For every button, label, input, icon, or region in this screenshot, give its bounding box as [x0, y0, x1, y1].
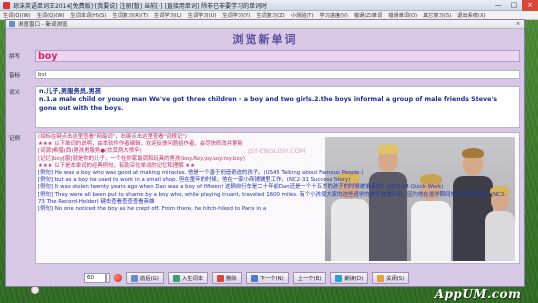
menu-item[interactable]: 生词学习(Y) [222, 12, 250, 19]
app-titlebar: 琼沫英语单词王2014[免费版]·[我要说] 注册[暂] 当前[·] [直接用单… [0, 0, 538, 11]
example-line: [词源]希腊(西)男孩男服务●(炊其两大喷辛) [38, 148, 142, 155]
app-icon [3, 1, 10, 9]
delete-icon [217, 274, 225, 282]
menu-item[interactable]: 错误单词(O) [388, 12, 417, 19]
site-logo: AppUM.com [434, 287, 522, 301]
app-title: 琼沫英语单词王2014[免费版]·[我要说] 注册[暂] 当前[·] [直接用单… [13, 2, 268, 10]
prev-button[interactable]: 前后(G) [126, 272, 164, 284]
page-title: 浏览新单词 [232, 33, 298, 46]
example-line: [例句] No one noticed the boy as he crept … [38, 206, 267, 213]
delete-button[interactable]: 删除 [212, 272, 242, 284]
menu-item[interactable]: 小测验(T) [291, 12, 314, 19]
example-label: 记例 [9, 136, 21, 142]
minimize-button[interactable]: — [490, 0, 506, 11]
meaning-field[interactable]: n.儿子,男服务员,男孩 n.1.a male child or young ma… [35, 86, 520, 128]
word-label: 拼写 [9, 54, 21, 60]
meaning-line: n.1.a male child or young man We've got … [39, 96, 498, 112]
back-icon [131, 274, 138, 282]
read-button-label: 朗读(D) [344, 276, 364, 282]
book-icon [172, 274, 180, 282]
bottom-toolbar: 60 前后(G) 入生词本 删除 下一个(N) 上一个(B) 朗读(D) 关闭(… [6, 270, 524, 286]
close-window-button[interactable]: × [522, 0, 538, 11]
dialog-icon [9, 21, 15, 27]
example-area[interactable]: JSY-ENGLISH.COM (如标在键点击这里查看"网最词"，右键点击这里查… [35, 132, 520, 264]
phonetic-field[interactable]: bɔi [35, 70, 520, 79]
menu-item[interactable]: 退出系统(X) [457, 12, 485, 19]
example-text: (如标在键点击这里查看"网最词"，右键点击这里查看"词根记") ★★★ 以下单词的… [38, 134, 508, 213]
count-spinner[interactable] [106, 273, 110, 283]
menu-item[interactable]: 生词学习(L) [154, 12, 182, 19]
example-line: [例句] They were all been put to shame by … [38, 191, 507, 205]
menu-item[interactable]: 生词本词(H)(S) [70, 12, 106, 19]
example-line: [例句] It was stolen twenty years ago when… [38, 184, 444, 191]
meaning-line: n.儿子,男服务员,男孩 [39, 88, 102, 95]
speaker-icon [335, 274, 343, 282]
add-word-button[interactable]: 入生词本 [167, 272, 209, 284]
delete-button-label: 删除 [226, 276, 237, 282]
prev-one-button-label: 上一个(B) [297, 276, 322, 282]
menu-item[interactable]: 生词复习(Z) [256, 12, 284, 19]
count-input[interactable]: 60 [84, 273, 106, 283]
word-field[interactable]: boy [35, 50, 520, 62]
example-line: [记忆]boy[服]就是你的儿子，一个在你家最调和玩具的男孩(boy.Roy.j… [38, 155, 245, 162]
menu-item[interactable]: 其它复习(S) [423, 12, 451, 19]
next-button[interactable]: 下一个(N) [245, 272, 289, 284]
close-icon [377, 274, 385, 282]
ladybug-icon [114, 274, 122, 282]
menu-item[interactable]: 生词(Q)(W) [37, 12, 65, 19]
menu-item[interactable]: 学习进度(V) [319, 12, 347, 19]
example-line: ★★★ 以下是本单词的经典例句，有助深化单词的记忆和理解 ★★ [38, 162, 195, 169]
meaning-label: 词义 [9, 90, 21, 96]
dialog-close-button[interactable]: × [512, 20, 524, 29]
menu-item[interactable]: 错误(Z)单词 [354, 12, 382, 19]
add-word-button-label: 入生词本 [181, 276, 204, 282]
prev-button-label: 前后(G) [140, 276, 159, 282]
close-button[interactable]: 关闭(S) [372, 272, 410, 284]
dialog-titlebar: 浏览窗口 - 新词浏览 × [6, 20, 524, 29]
menu-item[interactable]: 生词复习(R)(T) [112, 12, 148, 19]
menu-item[interactable]: 生词学习(U) [188, 12, 217, 19]
close-button-label: 关闭(S) [386, 276, 405, 282]
phonetic-label: 音标 [9, 73, 21, 79]
flower-decoration [32, 287, 38, 293]
arrow-right-icon [250, 274, 258, 282]
next-button-label: 下一个(N) [259, 276, 284, 282]
dialog-title: 浏览窗口 - 新词浏览 [18, 22, 68, 28]
read-button[interactable]: 朗读(D) [330, 272, 369, 284]
maximize-button[interactable]: □ [506, 0, 522, 11]
prev-one-button[interactable]: 上一个(B) [292, 272, 327, 284]
window-controls: — □ × [490, 0, 538, 11]
browse-dialog: 浏览窗口 - 新词浏览 × 浏览新单词 拼写 boy 音标 bɔi 词义 n.儿… [5, 19, 525, 287]
menu-item[interactable]: 生词(Q)(W) [3, 12, 31, 19]
